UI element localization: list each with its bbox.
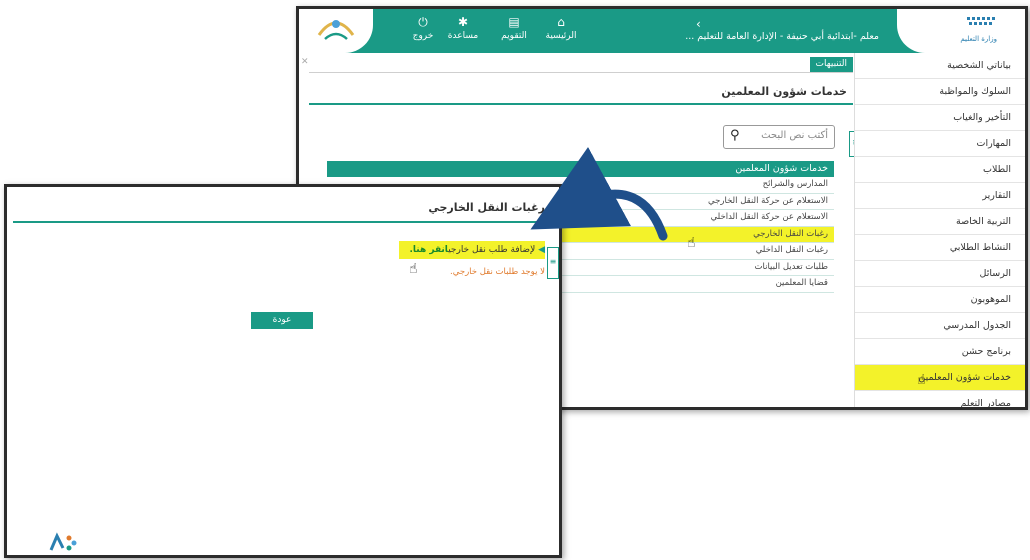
power-icon: ⏻ (418, 15, 428, 29)
sidebar-item[interactable]: مصادر التعلم (855, 391, 1025, 407)
top-bar: ⏻ خروج ✱ مساعدة ▤ التقويم ⌂ الرئيسية ‹ م… (299, 9, 1025, 53)
sidebar-item[interactable]: بياناتي الشخصية (855, 53, 1025, 79)
app-logo-icon (49, 532, 77, 551)
sidebar-item[interactable]: النشاط الطلابي (855, 235, 1025, 261)
title-divider (309, 103, 853, 105)
dialog-title: رغبات النقل الخارجي (428, 201, 545, 214)
home-label: الرئيسية (545, 31, 577, 41)
sidebar-item[interactable]: الطلاب (855, 157, 1025, 183)
click-here-link[interactable]: انقر هنا. (410, 245, 449, 255)
dialog-toggle-handle[interactable]: ≡ (547, 247, 559, 279)
sidebar-item[interactable]: برنامج حشن (855, 339, 1025, 365)
notifications-tab[interactable]: التنبيهات (809, 57, 853, 72)
add-transfer-request-link[interactable]: ◀ لإضافة طلب نقل خارجيانقر هنا. (399, 241, 545, 259)
chevron-left-icon[interactable]: ‹ (696, 17, 701, 31)
sidebar-item[interactable]: السلوك والمواظبة (855, 79, 1025, 105)
sidebar-item[interactable]: التأخير والغياب (855, 105, 1025, 131)
sidebar-item[interactable]: الجدول المدرسي (855, 313, 1025, 339)
calendar-label: التقويم (501, 31, 527, 41)
notifications-strip: ✕ التنبيهات (301, 57, 853, 73)
home-button[interactable]: ⌂ الرئيسية (539, 15, 583, 41)
logout-label: خروج (412, 31, 434, 41)
ministry-logo: وزارة التعليم (897, 9, 1025, 53)
search-placeholder: أكتب نص البحث (761, 130, 828, 141)
noor-logo (299, 9, 373, 53)
triangle-left-icon: ◀ (538, 245, 545, 255)
dialog-divider (13, 221, 559, 223)
calendar-button[interactable]: ▤ التقويم (492, 15, 536, 41)
sidebar-item-teacher-affairs[interactable]: خدمات شؤون المعلمين (855, 365, 1025, 391)
page-title: خدمات شؤون المعلمين (721, 85, 847, 98)
services-list-header: خدمات شؤون المعلمين (327, 161, 834, 177)
help-button[interactable]: ✱ مساعدة (441, 15, 485, 41)
hand-cursor-icon: ☝ (687, 235, 696, 251)
hand-cursor-icon: ☝ (917, 372, 926, 388)
hand-cursor-icon: ☝ (409, 261, 418, 277)
home-icon: ⌂ (557, 15, 565, 29)
search-icon[interactable]: ⚲ (730, 128, 740, 143)
back-button[interactable]: عودة (251, 312, 313, 329)
sidebar-item[interactable]: التقارير (855, 183, 1025, 209)
sidebar-item[interactable]: التربية الخاصة (855, 209, 1025, 235)
search-input[interactable]: أكتب نص البحث ⚲ (723, 125, 835, 149)
sidebar-item[interactable]: الموهوبون (855, 287, 1025, 313)
help-label: مساعدة (447, 31, 479, 41)
empty-message: لا يوجد طلبات نقل خارجي. (450, 267, 545, 277)
logout-button[interactable]: ⏻ خروج (401, 15, 445, 41)
sidebar: بياناتي الشخصية السلوك والمواظبة التأخير… (854, 53, 1025, 407)
ministry-logo-text: وزارة التعليم (960, 35, 997, 43)
user-title: معلم -ابتدائية أبي حنيفة - الإدارة العام… (685, 31, 879, 42)
calendar-icon: ▤ (508, 15, 520, 29)
add-link-text: لإضافة طلب نقل خارجي (448, 245, 536, 255)
sidebar-item[interactable]: المهارات (855, 131, 1025, 157)
gear-icon: ✱ (457, 15, 469, 29)
external-transfer-dialog: رغبات النقل الخارجي ≡ ◀ لإضافة طلب نقل خ… (4, 184, 562, 558)
close-icon[interactable]: ✕ (301, 57, 309, 67)
sidebar-item[interactable]: الرسائل (855, 261, 1025, 287)
